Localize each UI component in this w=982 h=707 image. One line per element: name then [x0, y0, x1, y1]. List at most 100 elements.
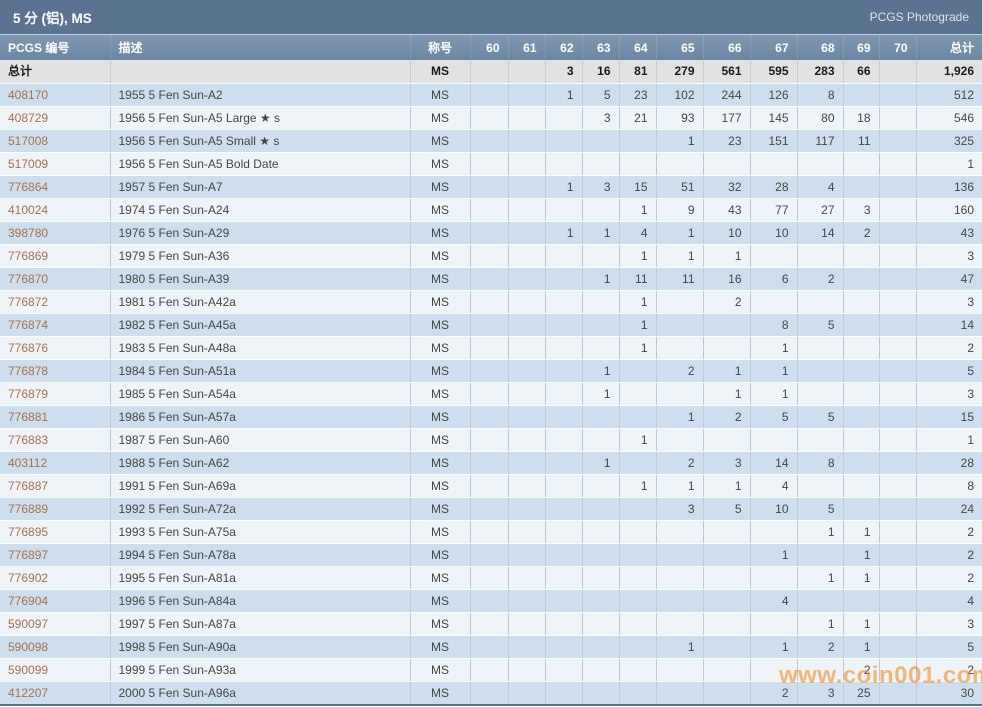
grade-60-count [470, 681, 509, 706]
table-row: 776889 1992 5 Fen Sun-A72a MS 3 5 10 5 24 [0, 497, 982, 521]
grade-61-count [508, 612, 546, 636]
pcgs-number-link[interactable]: 776883 [8, 433, 48, 447]
pcgs-number-link[interactable]: 410024 [8, 203, 48, 217]
pcgs-number-link[interactable]: 776881 [8, 410, 48, 424]
pcgs-number-link[interactable]: 408170 [8, 88, 48, 102]
row-total-count: 43 [916, 221, 982, 245]
grade-68-count: 1 [797, 566, 844, 590]
pcgs-number-link[interactable]: 517008 [8, 134, 48, 148]
table-row: 776869 1979 5 Fen Sun-A36 MS 1 1 1 3 [0, 244, 982, 268]
grade-63-count: 1 [582, 451, 620, 475]
table-row: 776902 1995 5 Fen Sun-A81a MS 1 1 2 [0, 566, 982, 590]
grade-67-count: 1 [750, 336, 798, 360]
grade-61-count [508, 267, 546, 291]
grade-70-count [879, 198, 917, 222]
pcgs-number-link[interactable]: 776874 [8, 318, 48, 332]
pcgs-number-link[interactable]: 590099 [8, 663, 48, 677]
pcgs-number-cell: 412207 [0, 681, 111, 706]
coin-description: 1985 5 Fen Sun-A54a [110, 382, 411, 406]
grade-68-count [797, 543, 844, 567]
header-row: PCGS 编号 描述 称号 60 61 62 63 64 65 66 67 68 69 70 总计 [0, 35, 982, 60]
pcgs-number-link[interactable]: 590097 [8, 617, 48, 631]
grade-65-count [656, 152, 704, 176]
grade-65-count [656, 382, 704, 406]
grade-66-count [703, 336, 751, 360]
grade-68-count: 3 [797, 681, 844, 706]
pcgs-number-link[interactable]: 776870 [8, 272, 48, 286]
row-total-count: 546 [916, 106, 982, 130]
table-row: 517008 1956 5 Fen Sun-A5 Small ★ s MS 1 23 15… [0, 129, 982, 153]
pcgs-number-link[interactable]: 776869 [8, 249, 48, 263]
column-header-69: 69 [843, 35, 880, 60]
grade-65-count: 2 [656, 451, 704, 475]
totals-grade-63-count: 16 [582, 60, 620, 84]
grade-64-count [619, 681, 657, 706]
pcgs-number-link[interactable]: 776872 [8, 295, 48, 309]
grade-65-count: 11 [656, 267, 704, 291]
pcgs-number-link[interactable]: 776878 [8, 364, 48, 378]
grade-60-count [470, 520, 509, 544]
table-row: 776895 1993 5 Fen Sun-A75a MS 1 1 2 [0, 520, 982, 544]
population-table: PCGS 编号 描述 称号 60 61 62 63 64 65 66 67 68 69 70 总计 总计 MS… [0, 35, 982, 706]
pcgs-number-link[interactable]: 776887 [8, 479, 48, 493]
grade-62-count [545, 290, 583, 314]
grade-62-count [545, 589, 583, 613]
grade-65-count: 2 [656, 359, 704, 383]
grade-66-count: 3 [703, 451, 751, 475]
pcgs-number-link[interactable]: 590098 [8, 640, 48, 654]
grade-67-count: 1 [750, 543, 798, 567]
grade-60-count [470, 543, 509, 567]
pcgs-number-link[interactable]: 412207 [8, 686, 48, 700]
pcgs-number-link[interactable]: 776864 [8, 180, 48, 194]
pcgs-number-link[interactable]: 776902 [8, 571, 48, 585]
pcgs-number-link[interactable]: 776889 [8, 502, 48, 516]
grade-63-count [582, 520, 620, 544]
grade-62-count: 1 [545, 83, 583, 107]
grade-62-count [545, 658, 583, 682]
pcgs-number-cell: 776904 [0, 589, 111, 613]
grade-64-count: 1 [619, 336, 657, 360]
grade-66-count: 43 [703, 198, 751, 222]
pcgs-number-link[interactable]: 408729 [8, 111, 48, 125]
coin-description: 1998 5 Fen Sun-A90a [110, 635, 411, 659]
grade-67-count: 10 [750, 497, 798, 521]
grade-68-count: 80 [797, 106, 844, 130]
designation-cell: MS [410, 175, 471, 199]
grade-70-count [879, 566, 917, 590]
grade-62-count [545, 382, 583, 406]
grade-63-count: 5 [582, 83, 620, 107]
grade-62-count [545, 129, 583, 153]
grade-70-count [879, 336, 917, 360]
totals-grade-65-count: 279 [656, 60, 704, 84]
grade-66-count: 2 [703, 290, 751, 314]
grade-64-count: 1 [619, 198, 657, 222]
grade-61-count [508, 497, 546, 521]
pcgs-number-link[interactable]: 776897 [8, 548, 48, 562]
designation-cell: MS [410, 635, 471, 659]
pcgs-number-link[interactable]: 398780 [8, 226, 48, 240]
grade-60-count [470, 566, 509, 590]
table-row: 776864 1957 5 Fen Sun-A7 MS 1 3 15 51 32 28 4 136 [0, 175, 982, 199]
pcgs-number-link[interactable]: 776904 [8, 594, 48, 608]
pcgs-number-link[interactable]: 403112 [8, 456, 47, 470]
grade-69-count [843, 313, 880, 337]
grade-61-count [508, 359, 546, 383]
totals-grade-67-count: 595 [750, 60, 798, 84]
photograde-link[interactable]: PCGS Photograde [870, 10, 969, 24]
coin-description: 1982 5 Fen Sun-A45a [110, 313, 411, 337]
grade-69-count: 1 [843, 635, 880, 659]
pcgs-number-link[interactable]: 776876 [8, 341, 48, 355]
pcgs-number-link[interactable]: 776879 [8, 387, 48, 401]
grade-68-count [797, 336, 844, 360]
grade-66-count [703, 612, 751, 636]
pcgs-number-link[interactable]: 776895 [8, 525, 48, 539]
grade-62-count [545, 313, 583, 337]
coin-description: 1992 5 Fen Sun-A72a [110, 497, 411, 521]
grade-60-count [470, 198, 509, 222]
grade-70-count [879, 382, 917, 406]
grade-63-count: 1 [582, 267, 620, 291]
pcgs-number-link[interactable]: 517009 [8, 157, 48, 171]
grade-70-count [879, 267, 917, 291]
grade-70-count [879, 428, 917, 452]
table-row: 398780 1976 5 Fen Sun-A29 MS 1 1 4 1 10 10 14 2 43 [0, 221, 982, 245]
